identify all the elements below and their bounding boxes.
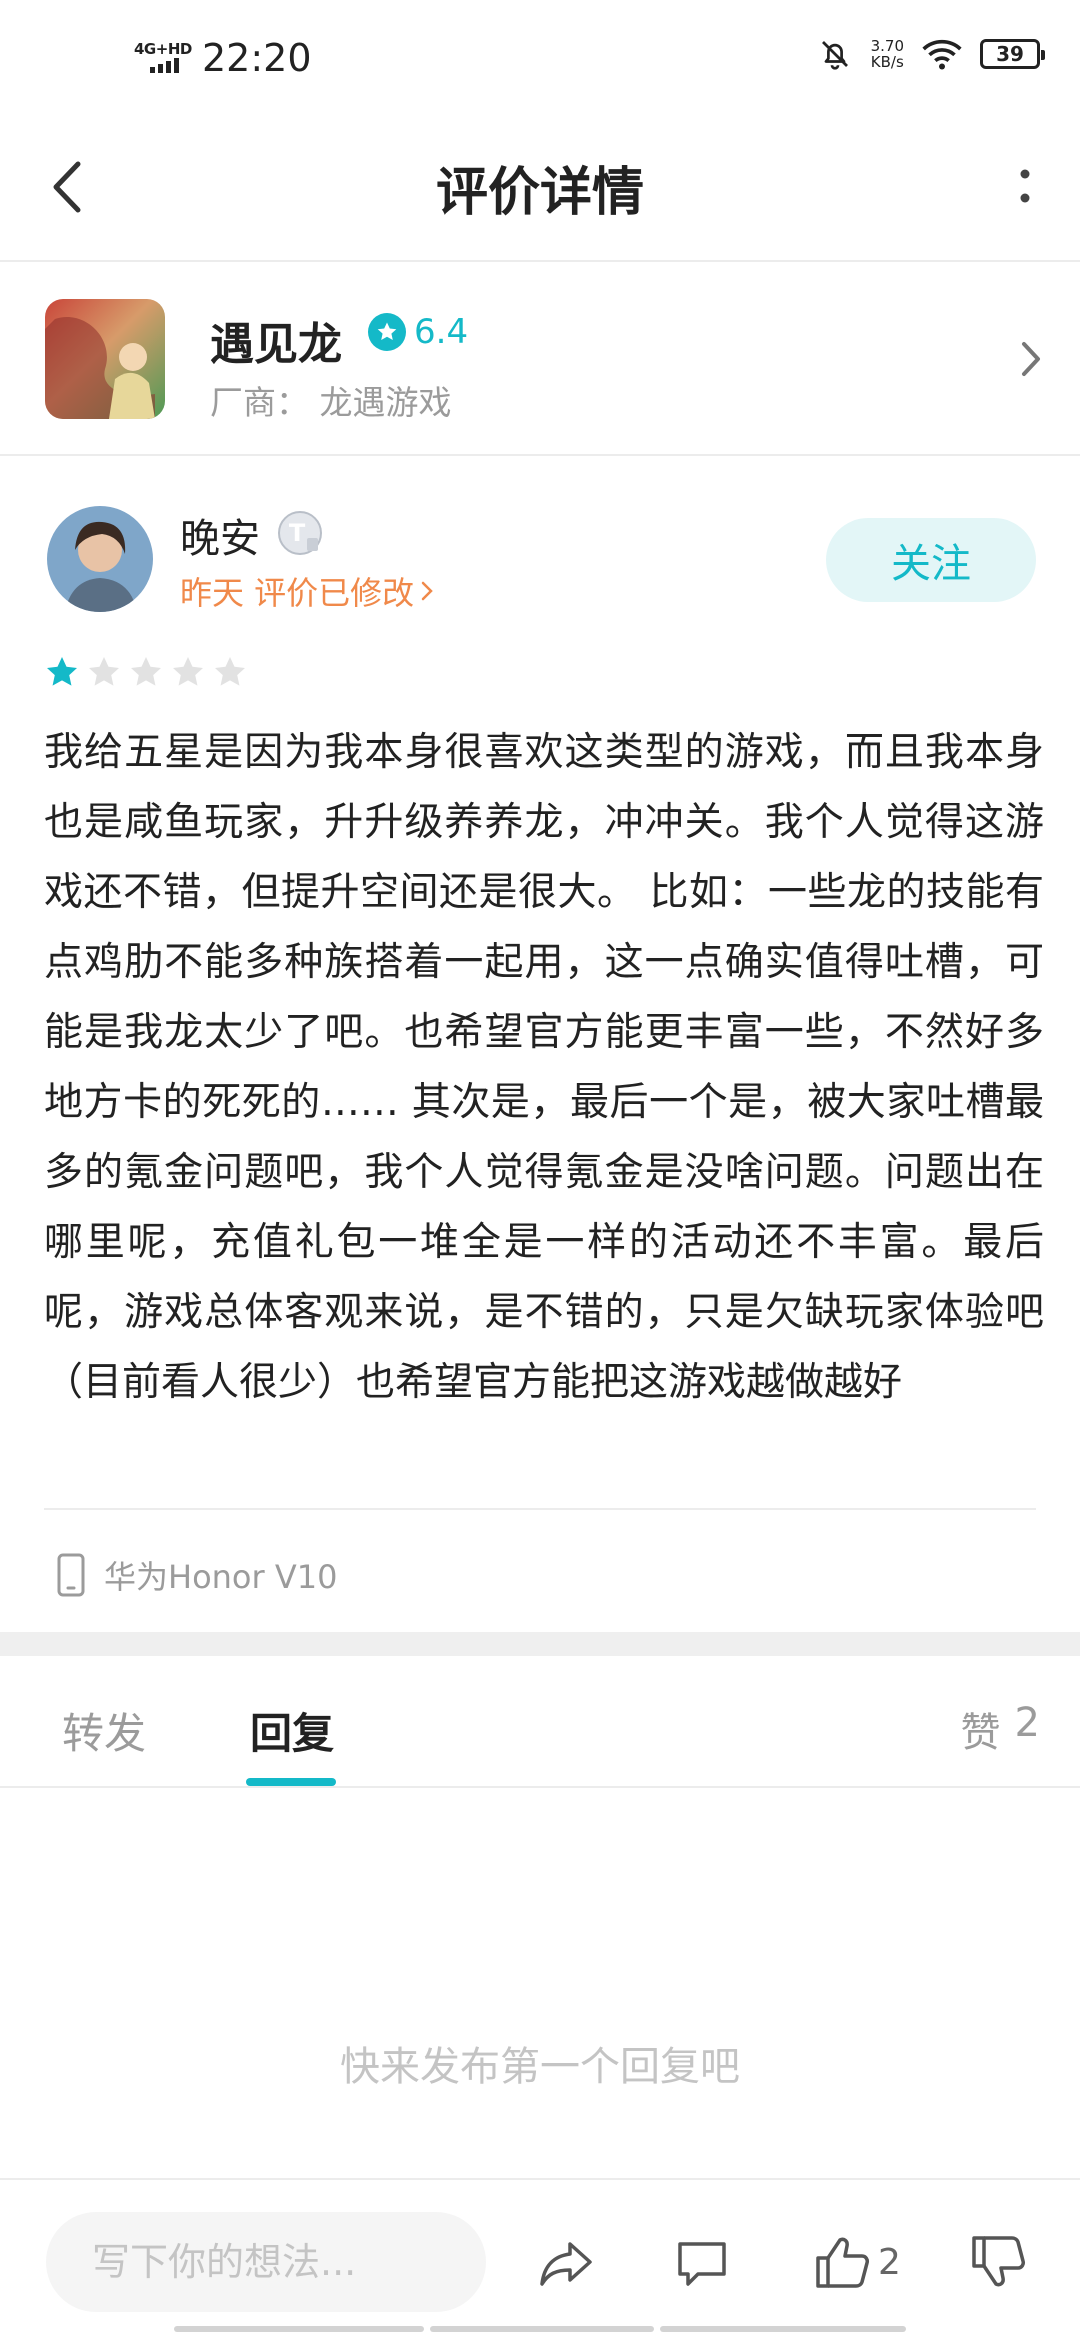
likes-count: 2 bbox=[1014, 1700, 1040, 1746]
section-separator bbox=[0, 1632, 1080, 1656]
star-empty-icon bbox=[173, 657, 203, 686]
network-type: 4G+HD bbox=[134, 40, 192, 58]
like-button[interactable]: 2 bbox=[812, 2232, 932, 2292]
tab-active-indicator bbox=[246, 1778, 336, 1786]
tab-bar: 转发 回复 赞 2 bbox=[0, 1656, 1080, 1788]
star-rating bbox=[44, 654, 248, 690]
chevron-right-icon[interactable] bbox=[1018, 336, 1044, 382]
likes-label: 赞 bbox=[960, 1710, 1001, 1756]
app-name: 遇见龙 bbox=[210, 319, 342, 370]
rating-value: 6.4 bbox=[414, 312, 469, 352]
follow-button[interactable]: 关注 bbox=[826, 518, 1036, 602]
net-speed: 3.70 KB/s bbox=[871, 38, 904, 70]
like-count: 2 bbox=[878, 2242, 901, 2283]
device-name: 华为Honor V10 bbox=[104, 1558, 338, 1596]
review-meta[interactable]: 昨天 评价已修改 bbox=[180, 568, 434, 614]
more-vertical-icon[interactable] bbox=[1010, 158, 1040, 218]
bottom-action-bar: 2 bbox=[0, 2178, 1080, 2340]
star-empty-icon bbox=[215, 657, 245, 686]
net-speed-unit: KB/s bbox=[870, 53, 904, 71]
page-title: 评价详情 bbox=[435, 163, 644, 223]
review-text: 我给五星是因为我本身很喜欢这类型的游戏，而且我本身也是咸鱼玩家，升升级养养龙，冲… bbox=[44, 730, 1044, 1405]
vendor-label: 厂商： 龙遇游戏 bbox=[210, 383, 452, 422]
comment-icon[interactable] bbox=[672, 2232, 732, 2292]
tab-forward[interactable]: 转发 bbox=[62, 1700, 146, 1761]
chevron-right-icon bbox=[421, 581, 433, 601]
tab-reply[interactable]: 回复 bbox=[250, 1700, 334, 1761]
avatar[interactable] bbox=[47, 506, 153, 612]
level-badge-text: T bbox=[289, 519, 306, 547]
review-meta-text: 昨天 评价已修改 bbox=[180, 574, 415, 612]
user-name[interactable]: 晚安 bbox=[180, 506, 260, 564]
status-bar: 4G+HD 22:20 3.70 KB/s 39 bbox=[0, 0, 1080, 110]
thumbs-up-icon bbox=[816, 2237, 869, 2288]
level-badge-icon: T bbox=[278, 511, 322, 555]
comment-input[interactable] bbox=[46, 2212, 486, 2312]
app-card[interactable]: 遇见龙 6.4 厂商： 龙遇游戏 bbox=[0, 264, 1080, 456]
thumbs-down-icon[interactable] bbox=[968, 2232, 1028, 2292]
app-icon[interactable] bbox=[45, 299, 165, 419]
share-icon[interactable] bbox=[536, 2232, 596, 2292]
star-icon bbox=[368, 313, 406, 351]
top-app-bar: 评价详情 bbox=[0, 110, 1080, 262]
empty-replies-hint: 快来发布第一个回复吧 bbox=[340, 2044, 740, 2090]
signal-icon bbox=[150, 58, 179, 73]
device-info: 华为Honor V10 bbox=[56, 1552, 337, 1598]
app-rating: 6.4 bbox=[368, 312, 468, 352]
star-filled-icon bbox=[47, 657, 77, 686]
gesture-bar bbox=[0, 2326, 1080, 2334]
tab-likes[interactable]: 赞 2 bbox=[961, 1700, 1040, 1758]
wifi-icon bbox=[922, 39, 962, 70]
star-empty-icon bbox=[131, 657, 161, 686]
bell-off-icon bbox=[821, 41, 848, 70]
battery-indicator: 39 bbox=[980, 39, 1045, 69]
status-time: 22:20 bbox=[202, 36, 312, 80]
star-empty-icon bbox=[89, 657, 119, 686]
status-right: 3.70 KB/s 39 bbox=[817, 36, 1045, 72]
net-speed-value: 3.70 bbox=[870, 37, 904, 55]
divider bbox=[44, 1508, 1036, 1510]
phone-icon bbox=[57, 1553, 85, 1597]
